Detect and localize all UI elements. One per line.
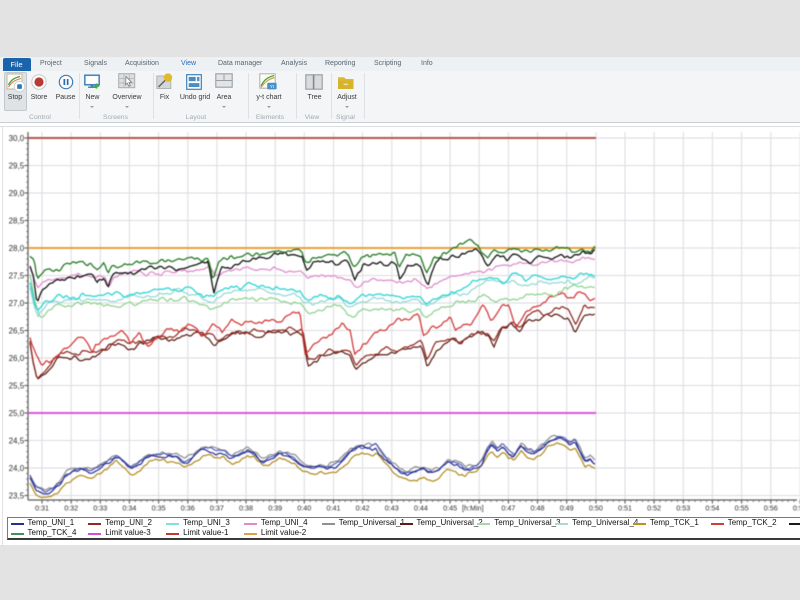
svg-text:0:40: 0:40 — [297, 504, 311, 513]
svg-text:0:53: 0:53 — [676, 504, 690, 513]
svg-text:0:45: 0:45 — [443, 504, 457, 513]
svg-text:26,5: 26,5 — [9, 326, 25, 335]
svg-text:0:34: 0:34 — [122, 504, 136, 513]
svg-text:29,5: 29,5 — [9, 161, 25, 170]
svg-text:0:54: 0:54 — [705, 504, 719, 513]
svg-text:24,0: 24,0 — [9, 464, 25, 473]
svg-text:0:50: 0:50 — [589, 504, 603, 513]
svg-text:29,0: 29,0 — [9, 189, 25, 198]
svg-text:0:39: 0:39 — [268, 504, 282, 513]
svg-text:0:47: 0:47 — [501, 504, 515, 513]
svg-text:0:36: 0:36 — [181, 504, 195, 513]
svg-text:0:57: 0:57 — [793, 504, 800, 513]
svg-text:0:56: 0:56 — [764, 504, 778, 513]
svg-text:0:37: 0:37 — [210, 504, 224, 513]
svg-text:0:44: 0:44 — [414, 504, 428, 513]
svg-text:0:33: 0:33 — [93, 504, 107, 513]
svg-text:27,5: 27,5 — [9, 271, 25, 280]
svg-text:28,0: 28,0 — [9, 244, 25, 253]
svg-text:0:42: 0:42 — [356, 504, 370, 513]
svg-text:27,0: 27,0 — [9, 299, 25, 308]
svg-text:23,5: 23,5 — [9, 491, 25, 500]
svg-text:24,5: 24,5 — [9, 436, 25, 445]
svg-text:0:52: 0:52 — [647, 504, 661, 513]
svg-text:0:43: 0:43 — [385, 504, 399, 513]
svg-text:0:48: 0:48 — [531, 504, 545, 513]
svg-text:Yt: Yt — [270, 84, 275, 89]
svg-text:0:51: 0:51 — [618, 504, 632, 513]
svg-text:30,0: 30,0 — [9, 134, 25, 143]
svg-text:0:41: 0:41 — [327, 504, 341, 513]
svg-text:0:49: 0:49 — [560, 504, 574, 513]
svg-text:25,0: 25,0 — [9, 409, 25, 418]
svg-text:0:38: 0:38 — [239, 504, 253, 513]
svg-text:0:32: 0:32 — [64, 504, 78, 513]
svg-text:0:35: 0:35 — [152, 504, 166, 513]
svg-text:28,5: 28,5 — [9, 216, 25, 225]
svg-text:25,5: 25,5 — [9, 381, 25, 390]
svg-text:0:31: 0:31 — [35, 504, 49, 513]
svg-text:0:55: 0:55 — [735, 504, 749, 513]
svg-text:[h:Min]: [h:Min] — [462, 504, 484, 513]
svg-text:26,0: 26,0 — [9, 354, 25, 363]
